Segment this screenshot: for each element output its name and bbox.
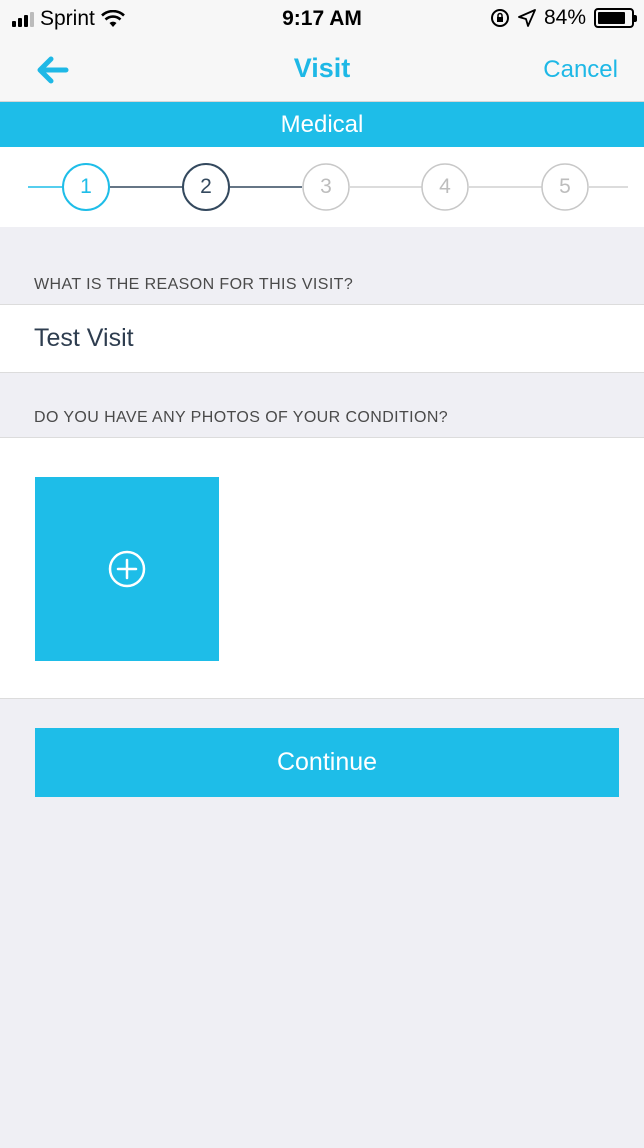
battery-percentage: 84% [543, 6, 586, 29]
step-3: 3 [320, 175, 332, 198]
step-2[interactable]: 2 [186, 167, 226, 207]
step-4: 4 [439, 175, 451, 198]
step-1[interactable]: 1 [66, 167, 106, 207]
step-5: 5 [559, 175, 571, 198]
reason-value[interactable]: Test Visit [34, 324, 134, 353]
progress-stepper: 1 2 3 4 5 [0, 147, 644, 227]
plus-circle-icon [108, 550, 146, 588]
reason-question-label: WHAT IS THE REASON FOR THIS VISIT? [34, 276, 354, 293]
photos-area [0, 437, 644, 699]
status-bar: Sprint 9:17 AM 84% [0, 0, 644, 36]
navigation-bar: Visit Cancel [0, 36, 644, 102]
orientation-lock-icon [490, 9, 509, 27]
photos-question-label: DO YOU HAVE ANY PHOTOS OF YOUR CONDITION… [34, 409, 449, 426]
location-icon [518, 9, 536, 27]
section-banner: Medical [0, 102, 644, 147]
continue-button[interactable]: Continue [35, 728, 619, 797]
add-photo-button[interactable] [35, 477, 219, 661]
reason-field[interactable]: Test Visit [0, 304, 644, 373]
cancel-button[interactable]: Cancel [543, 56, 618, 84]
battery-level [598, 12, 625, 24]
status-right: 84% [490, 6, 637, 30]
battery-icon [594, 8, 637, 28]
